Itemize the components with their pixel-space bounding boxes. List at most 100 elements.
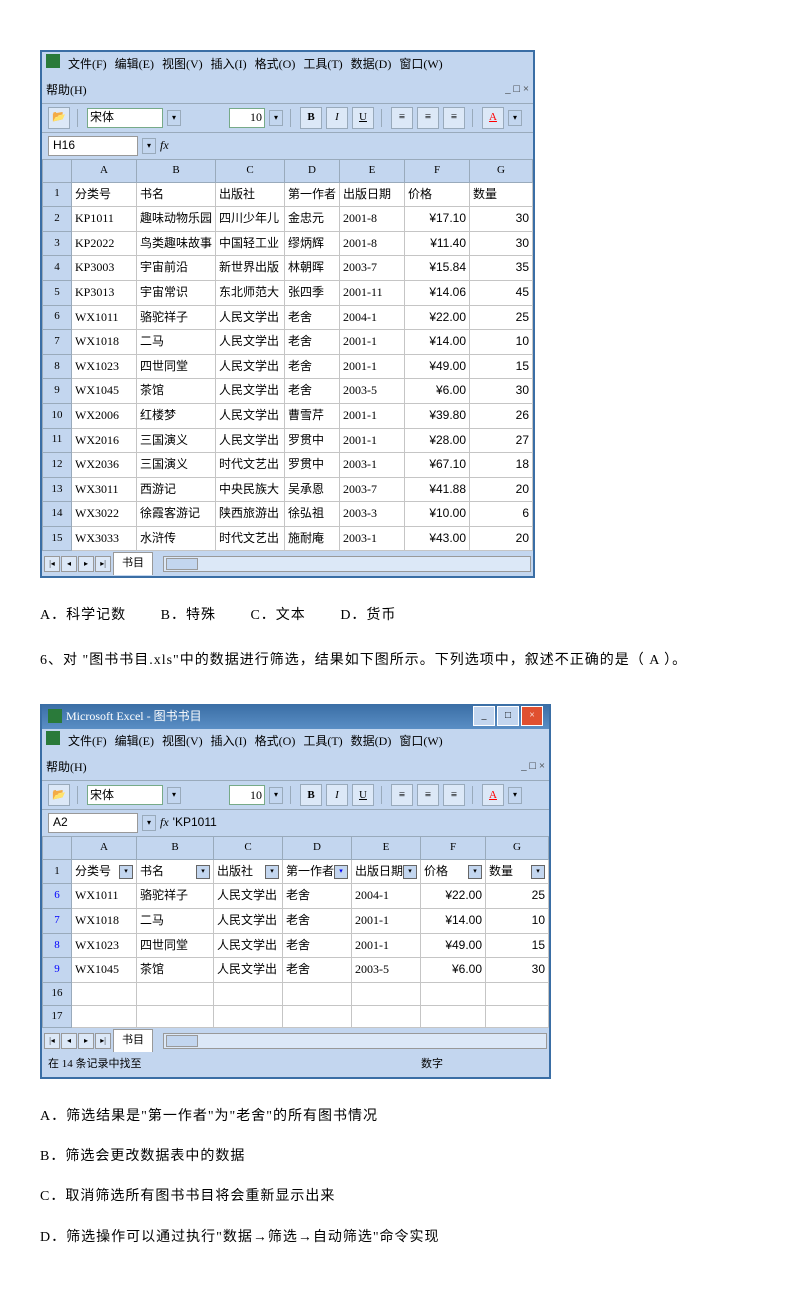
cell[interactable]: 20 [470, 477, 533, 502]
cell[interactable]: 2001-1 [352, 909, 421, 934]
cell[interactable]: 10 [470, 330, 533, 355]
select-all[interactable] [43, 159, 72, 182]
cell[interactable]: 老舍 [283, 909, 352, 934]
align-center-button[interactable]: ≡ [417, 784, 439, 806]
cell[interactable]: 水浒传 [137, 526, 216, 551]
col-C[interactable]: C [216, 159, 285, 182]
cell[interactable]: 人民文学出 [216, 403, 285, 428]
row-header[interactable]: 12 [43, 453, 72, 478]
row-header[interactable]: 6 [43, 884, 72, 909]
menu-window[interactable]: 窗口(W) [399, 731, 442, 753]
cell[interactable]: ¥22.00 [405, 305, 470, 330]
fx-icon[interactable]: fx [160, 135, 169, 157]
cell[interactable]: ¥39.80 [405, 403, 470, 428]
menu-format[interactable]: 格式(O) [255, 731, 296, 753]
cell[interactable]: 老舍 [283, 933, 352, 958]
row-1[interactable]: 1 [43, 859, 72, 884]
cell[interactable]: 35 [470, 256, 533, 281]
cell[interactable]: ¥49.00 [421, 933, 486, 958]
cell[interactable]: 罗贯中 [285, 428, 340, 453]
cell[interactable]: 2001-11 [340, 280, 405, 305]
cell[interactable]: 老舍 [285, 379, 340, 404]
tab-nav[interactable]: |◂◂▸▸| [44, 1033, 111, 1049]
row-header[interactable]: 11 [43, 428, 72, 453]
cell[interactable]: 缪炳辉 [285, 231, 340, 256]
row-header[interactable]: 9 [43, 379, 72, 404]
cell[interactable]: 人民文学出 [214, 958, 283, 983]
cell[interactable]: 10 [486, 909, 549, 934]
cell[interactable]: WX1045 [72, 958, 137, 983]
filter-icon[interactable]: ▾ [196, 865, 210, 879]
font-selector[interactable]: 宋体 [87, 785, 163, 805]
cell[interactable]: 吴承恩 [285, 477, 340, 502]
sheet-tab[interactable]: 书目 [113, 552, 153, 575]
cell[interactable]: 书名 [137, 182, 216, 207]
cell[interactable]: 罗贯中 [285, 453, 340, 478]
cell[interactable]: 2003-7 [340, 477, 405, 502]
row-header[interactable]: 14 [43, 502, 72, 527]
bold-button[interactable]: B [300, 784, 322, 806]
col-G[interactable]: G [486, 837, 549, 860]
cell[interactable]: ¥11.40 [405, 231, 470, 256]
cell[interactable]: 2003-7 [340, 256, 405, 281]
cell[interactable]: 30 [470, 231, 533, 256]
cell[interactable]: ¥28.00 [405, 428, 470, 453]
row-header[interactable]: 7 [43, 909, 72, 934]
cell[interactable]: 时代文艺出 [216, 453, 285, 478]
cell[interactable]: 人民文学出 [214, 909, 283, 934]
cell[interactable]: 人民文学出 [216, 354, 285, 379]
row-header[interactable]: 8 [43, 354, 72, 379]
menu-edit[interactable]: 编辑(E) [115, 731, 154, 753]
maximize-button[interactable]: □ [497, 706, 519, 726]
cell[interactable]: 2003-1 [340, 453, 405, 478]
menu-file[interactable]: 文件(F) [68, 54, 107, 76]
cell[interactable]: 骆驼祥子 [137, 305, 216, 330]
font-color-button[interactable]: A [482, 784, 504, 806]
cell[interactable]: 时代文艺出 [216, 526, 285, 551]
open-icon[interactable]: 📂 [48, 107, 70, 129]
row-header[interactable]: 3 [43, 231, 72, 256]
align-right-button[interactable]: ≡ [443, 107, 465, 129]
cell[interactable]: 2004-1 [340, 305, 405, 330]
cell[interactable]: 四世同堂 [137, 354, 216, 379]
cell[interactable]: 30 [470, 379, 533, 404]
cell[interactable]: 新世界出版 [216, 256, 285, 281]
cell[interactable]: 2003-1 [340, 526, 405, 551]
cell[interactable]: 中央民族大 [216, 477, 285, 502]
cell[interactable]: 第一作者 [285, 182, 340, 207]
menu-tools[interactable]: 工具(T) [303, 54, 342, 76]
menu-data[interactable]: 数据(D) [351, 731, 392, 753]
cell[interactable]: ¥6.00 [405, 379, 470, 404]
row-header[interactable]: 7 [43, 330, 72, 355]
cell[interactable]: 宇宙常识 [137, 280, 216, 305]
menu-help[interactable]: 帮助(H) [46, 757, 87, 779]
col-A[interactable]: A [72, 159, 137, 182]
cell[interactable]: 数量▾ [486, 859, 549, 884]
cell[interactable]: 徐弘祖 [285, 502, 340, 527]
cell[interactable]: 人民文学出 [216, 305, 285, 330]
cell[interactable]: WX1011 [72, 305, 137, 330]
cell[interactable]: 老舍 [285, 354, 340, 379]
cell[interactable]: 茶馆 [137, 379, 216, 404]
size-dd[interactable]: ▾ [269, 787, 283, 803]
filter-icon[interactable]: ▾ [265, 865, 279, 879]
align-center-button[interactable]: ≡ [417, 107, 439, 129]
col-F[interactable]: F [405, 159, 470, 182]
cell[interactable]: 18 [470, 453, 533, 478]
open-icon[interactable]: 📂 [48, 784, 70, 806]
cell[interactable]: 2001-1 [340, 330, 405, 355]
font-dd[interactable]: ▾ [167, 787, 181, 803]
row-header[interactable]: 2 [43, 207, 72, 232]
cell[interactable]: 2001-1 [340, 428, 405, 453]
filter-icon[interactable]: ▾ [119, 865, 133, 879]
cell[interactable]: ¥14.00 [421, 909, 486, 934]
cell[interactable]: WX3033 [72, 526, 137, 551]
row-header[interactable]: 9 [43, 958, 72, 983]
cell[interactable]: 15 [486, 933, 549, 958]
cell[interactable]: 2001-1 [352, 933, 421, 958]
align-left-button[interactable]: ≡ [391, 784, 413, 806]
cell[interactable]: 曹雪芹 [285, 403, 340, 428]
cell[interactable]: WX3022 [72, 502, 137, 527]
filter-icon[interactable]: ▾ [334, 865, 348, 879]
cell[interactable]: 2001-1 [340, 354, 405, 379]
